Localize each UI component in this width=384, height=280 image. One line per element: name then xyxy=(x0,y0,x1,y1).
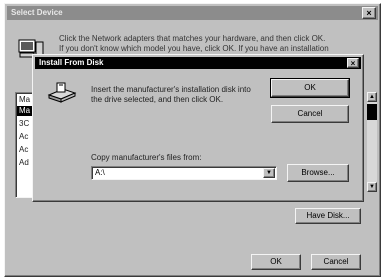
list-scrollbar[interactable]: ▲ ▼ xyxy=(367,92,377,192)
chevron-down-icon[interactable]: ▼ xyxy=(263,168,275,178)
list-item[interactable]: Ma xyxy=(19,95,30,105)
browse-button[interactable]: Browse... xyxy=(287,164,349,182)
select-device-title: Select Device xyxy=(11,8,63,17)
arrow-up-icon[interactable]: ▲ xyxy=(367,92,377,102)
inner-ok-button[interactable]: OK xyxy=(270,78,350,98)
copy-files-value[interactable]: A:\ xyxy=(95,168,105,178)
list-item[interactable]: Ac xyxy=(19,132,28,142)
select-device-close-button[interactable]: × xyxy=(362,7,376,19)
install-from-disk-dialog: Install From Disk × Insert the manufactu… xyxy=(32,54,364,202)
install-from-disk-close-button[interactable]: × xyxy=(347,58,359,68)
list-item[interactable]: Ad xyxy=(19,158,29,168)
copy-files-label: Copy manufacturer's files from: xyxy=(91,153,202,162)
list-item-selected[interactable]: Ma xyxy=(17,106,33,116)
inner-cancel-button[interactable]: Cancel xyxy=(271,105,349,123)
install-instruction: Insert the manufacturer's installation d… xyxy=(91,85,251,104)
outer-ok-button[interactable]: OK xyxy=(251,254,301,270)
scrollbar-thumb[interactable] xyxy=(367,104,377,120)
disk-drive-icon xyxy=(47,82,77,103)
list-item[interactable]: Ac xyxy=(19,145,28,155)
select-device-titlebar[interactable]: Select Device × xyxy=(7,6,378,20)
select-device-instruction-2: If you don't know which model you have, … xyxy=(59,44,329,53)
have-disk-button[interactable]: Have Disk... xyxy=(295,208,361,224)
outer-cancel-button[interactable]: Cancel xyxy=(311,254,361,270)
copy-files-combobox[interactable]: A:\ ▼ xyxy=(91,166,277,180)
select-device-instruction-1: Click the Network adapters that matches … xyxy=(59,34,326,43)
list-item[interactable]: 3C xyxy=(19,119,29,129)
arrow-down-icon[interactable]: ▼ xyxy=(367,182,377,192)
install-from-disk-title: Install From Disk xyxy=(39,58,104,67)
install-from-disk-titlebar[interactable]: Install From Disk × xyxy=(35,57,361,69)
